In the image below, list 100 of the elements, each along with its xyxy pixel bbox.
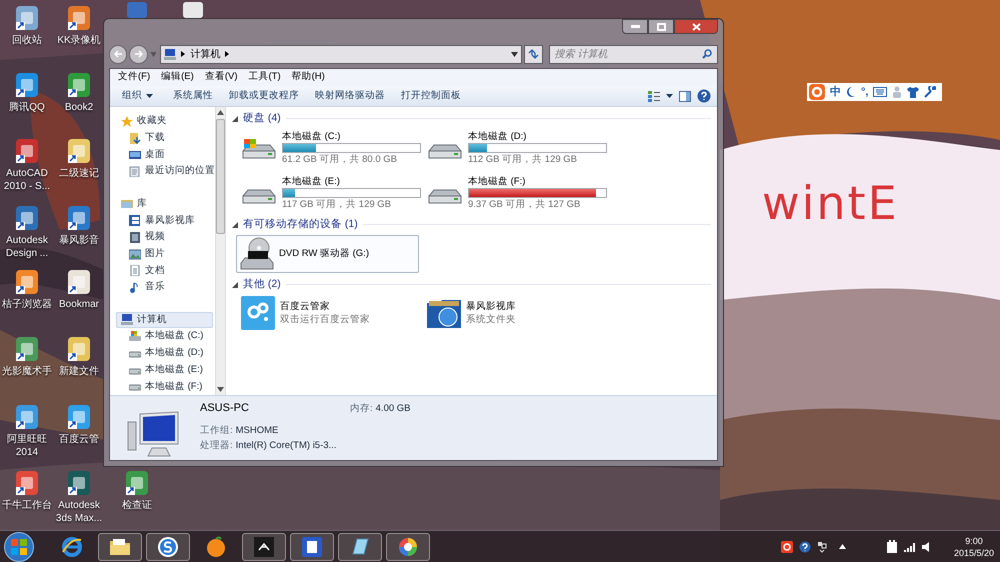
menu-item[interactable]: 编辑(E) bbox=[161, 70, 194, 85]
taskbar-button[interactable] bbox=[290, 532, 334, 560]
desktop-app-icon[interactable] bbox=[65, 403, 93, 431]
desktop-app-icon[interactable] bbox=[13, 71, 41, 99]
desktop-icon-label[interactable]: 千牛工作台 bbox=[2, 499, 52, 512]
collapse-icon[interactable] bbox=[232, 116, 238, 122]
desktop-app-icon[interactable] bbox=[181, 0, 205, 18]
preview-pane-icon[interactable] bbox=[679, 90, 691, 102]
nav-item[interactable]: 本地磁盘 (F:) bbox=[120, 378, 215, 396]
desktop-app-icon[interactable] bbox=[65, 4, 93, 32]
nav-item[interactable]: 暴风影视库 bbox=[120, 212, 215, 229]
desktop-icon-label[interactable]: Autodesk 3ds Max... bbox=[56, 499, 102, 525]
desktop-icon-label[interactable]: 光影魔术手 bbox=[2, 365, 52, 378]
start-button[interactable] bbox=[4, 532, 34, 562]
menu-item[interactable]: 帮助(H) bbox=[292, 70, 325, 85]
collapse-icon[interactable] bbox=[232, 222, 238, 228]
collapse-icon[interactable] bbox=[232, 282, 238, 288]
nav-item[interactable]: 本地磁盘 (C:) bbox=[120, 328, 215, 345]
nav-item[interactable]: 下载 bbox=[120, 130, 215, 146]
desktop-app-icon[interactable] bbox=[13, 469, 41, 497]
desktop-icon-label[interactable]: KK录像机 bbox=[57, 34, 101, 47]
search-field[interactable]: 搜索 计算机 bbox=[550, 46, 702, 62]
clock-time[interactable]: 9:00 bbox=[965, 534, 983, 546]
desktop-icon-label[interactable]: 二级速记 bbox=[59, 167, 99, 180]
nav-item[interactable]: 本地磁盘 (E:) bbox=[120, 362, 215, 378]
nav-item[interactable]: 桌面 bbox=[120, 146, 215, 164]
desktop-app-icon[interactable] bbox=[65, 204, 93, 232]
desktop-app-icon[interactable] bbox=[65, 469, 93, 497]
toolbar-button[interactable]: 卸载或更改程序 bbox=[223, 86, 305, 106]
desktop-icon-label[interactable]: 阿里旺旺 2014 bbox=[7, 433, 47, 459]
desktop-icon-label[interactable]: Book2 bbox=[64, 101, 94, 114]
help-tray-icon[interactable] bbox=[798, 540, 811, 552]
drive-name[interactable]: 本地磁盘 (E:) bbox=[282, 176, 421, 188]
address-bar[interactable]: 计算机 bbox=[160, 44, 522, 64]
close-button[interactable] bbox=[674, 19, 718, 34]
refresh-button[interactable] bbox=[524, 44, 543, 64]
desktop-app-icon[interactable] bbox=[65, 137, 93, 165]
desktop-icon-label[interactable]: 桔子浏览器 bbox=[2, 298, 52, 311]
search-box[interactable]: 搜索 计算机 bbox=[548, 44, 718, 64]
desktop-icon-label[interactable]: Bookmar bbox=[58, 298, 99, 311]
scroll-up-icon[interactable] bbox=[217, 110, 224, 115]
toolbar-button[interactable]: 打开控制面板 bbox=[395, 86, 467, 106]
toolbar-button[interactable]: 映射网络驱动器 bbox=[309, 86, 391, 106]
drive-name[interactable]: 本地磁盘 (F:) bbox=[468, 176, 607, 188]
punctuation-mode[interactable]: °, bbox=[861, 84, 868, 100]
dvd-drive-tile[interactable]: DVD RW 驱动器 (G:) bbox=[236, 235, 419, 273]
minimize-button[interactable] bbox=[622, 19, 648, 34]
nav-item[interactable]: 最近访问的位置 bbox=[120, 163, 215, 180]
group-header[interactable]: 硬盘 (4) bbox=[243, 110, 281, 126]
help-icon[interactable] bbox=[697, 89, 711, 103]
desktop-icon-label[interactable]: 暴风影音 bbox=[59, 234, 99, 247]
toolbar-button[interactable]: 系统属性 bbox=[167, 86, 219, 106]
group-header[interactable]: 其他 (2) bbox=[243, 276, 281, 292]
clock-date[interactable]: 2015/5/20 bbox=[954, 546, 994, 558]
desktop-icon-label[interactable]: Autodesk Design ... bbox=[6, 234, 48, 260]
taskbar-button[interactable] bbox=[98, 532, 142, 560]
forward-button[interactable] bbox=[129, 44, 148, 64]
nav-item[interactable]: 计算机 bbox=[116, 312, 213, 328]
wrench-icon[interactable] bbox=[924, 86, 936, 98]
drive-name[interactable]: 本地磁盘 (C:) bbox=[282, 131, 421, 143]
nav-item[interactable]: 收藏夹 bbox=[116, 113, 213, 130]
taskbar-button[interactable] bbox=[338, 532, 382, 560]
nav-item[interactable]: 本地磁盘 (D:) bbox=[120, 344, 215, 362]
desktop-app-icon[interactable] bbox=[13, 4, 41, 32]
desktop-icon-label[interactable]: 百度云管 bbox=[59, 433, 99, 446]
desktop-app-icon[interactable] bbox=[13, 403, 41, 431]
desktop-app-icon[interactable] bbox=[13, 204, 41, 232]
sogou-tray-icon[interactable] bbox=[780, 540, 793, 552]
menu-item[interactable]: 工具(T) bbox=[248, 70, 281, 85]
desktop-app-icon[interactable] bbox=[13, 137, 41, 165]
desktop-icon-label[interactable]: 新建文件 bbox=[59, 365, 99, 378]
taskbar-button[interactable] bbox=[146, 532, 190, 560]
taskbar-button[interactable] bbox=[386, 532, 430, 560]
nav-item[interactable]: 库 bbox=[116, 196, 213, 212]
signal-icon[interactable] bbox=[904, 542, 916, 552]
nav-item[interactable]: 图片 bbox=[120, 246, 215, 262]
maximize-button[interactable] bbox=[648, 19, 674, 34]
caret-icon[interactable] bbox=[666, 94, 673, 98]
desktop-app-icon[interactable] bbox=[65, 71, 93, 99]
back-button[interactable] bbox=[109, 44, 128, 64]
desktop-app-icon[interactable] bbox=[13, 335, 41, 363]
windows-tray-icon[interactable] bbox=[816, 540, 827, 552]
nav-item[interactable]: 文档 bbox=[120, 262, 215, 280]
input-mode[interactable]: 中 bbox=[830, 84, 841, 100]
show-hidden-icon[interactable] bbox=[838, 544, 846, 549]
menu-item[interactable]: 文件(F) bbox=[118, 70, 150, 85]
nav-item[interactable]: 视频 bbox=[120, 229, 215, 246]
shirt-icon[interactable] bbox=[907, 86, 920, 98]
nav-item[interactable]: 音乐 bbox=[120, 279, 215, 296]
desktop-app-icon[interactable] bbox=[65, 335, 93, 363]
desktop-app-icon[interactable] bbox=[123, 469, 151, 497]
menu-item[interactable]: 查看(V) bbox=[204, 70, 238, 85]
taskbar-button[interactable] bbox=[242, 532, 286, 560]
item-name[interactable]: 百度云管家 bbox=[280, 300, 370, 313]
device-icon[interactable] bbox=[886, 540, 898, 554]
scroll-down-icon[interactable] bbox=[217, 387, 224, 392]
view-options-icon[interactable] bbox=[648, 90, 660, 102]
drive-name[interactable]: 本地磁盘 (D:) bbox=[468, 131, 607, 143]
desktop-icon-label[interactable]: 腾讯QQ bbox=[9, 101, 45, 114]
item-name[interactable]: 暴风影视库 bbox=[466, 300, 516, 313]
